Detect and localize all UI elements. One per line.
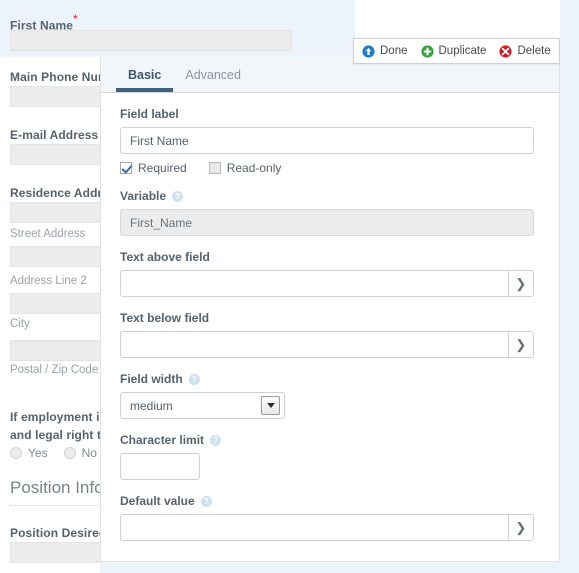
chevron-right-icon-default-value[interactable]: ❯ [507, 514, 534, 541]
label-default-value: Default value ? [120, 494, 534, 508]
label-variable: Variable ? [120, 189, 534, 203]
required-checkbox-label[interactable]: Required [138, 161, 187, 175]
panel-body-basic: Field label Required Read-only Variable … [101, 93, 559, 561]
delete-button[interactable]: Delete [499, 44, 551, 58]
chevron-right-icon-text-above[interactable]: ❯ [507, 270, 534, 297]
field-group-text-below: Text below field ❯ [120, 311, 534, 358]
field-settings-panel: Basic Advanced Field label Required Read… [100, 57, 560, 562]
x-circle-icon [499, 44, 513, 58]
label-text-above-field: Text above field [120, 250, 210, 264]
text-above-field-group: ❯ [120, 270, 534, 297]
radio-yes-icon[interactable] [10, 447, 22, 459]
bg-question-radio-group[interactable]: Yes No [10, 446, 107, 460]
bg-label-email: E-mail Address [10, 128, 99, 142]
character-limit-input[interactable] [120, 453, 200, 480]
form-builder-screen: First Name* Main Phone Number E-mail Add… [0, 0, 579, 573]
tab-basic[interactable]: Basic [116, 57, 174, 92]
bottom-page-background [100, 562, 579, 573]
done-button[interactable]: Done [362, 44, 408, 58]
default-value-group: ❯ [120, 514, 534, 541]
bg-sublabel-postal-code: Postal / Zip Code [10, 364, 99, 376]
delete-button-label: Delete [517, 45, 551, 57]
required-asterisk: * [73, 12, 78, 26]
field-group-variable: Variable ? [120, 189, 534, 236]
field-label-input[interactable] [120, 127, 534, 154]
text-below-field-group: ❯ [120, 331, 534, 358]
right-page-background [560, 0, 579, 573]
field-width-select[interactable]: medium [120, 392, 285, 419]
field-group-character-limit: Character limit ? [120, 433, 534, 480]
plus-circle-icon [420, 44, 434, 58]
help-icon-character-limit[interactable]: ? [210, 434, 222, 446]
help-icon-variable[interactable]: ? [172, 190, 184, 202]
duplicate-button[interactable]: Duplicate [420, 44, 487, 58]
required-checkbox[interactable] [120, 162, 132, 174]
readonly-checkbox-label[interactable]: Read-only [227, 161, 282, 175]
done-button-label: Done [380, 45, 408, 57]
chevron-right-icon-text-below[interactable]: ❯ [507, 331, 534, 358]
bg-sublabel-address-line-2: Address Line 2 [10, 275, 87, 287]
field-group-default-value: Default value ? ❯ [120, 494, 534, 541]
text-below-field-input[interactable] [120, 331, 508, 358]
help-icon-default-value[interactable]: ? [200, 495, 212, 507]
up-arrow-circle-icon [362, 44, 375, 58]
field-group-text-above: Text above field ❯ [120, 250, 534, 297]
chevron-down-icon-field-width[interactable] [261, 396, 280, 415]
readonly-checkbox[interactable] [208, 162, 221, 174]
default-value-input[interactable] [120, 514, 508, 541]
field-group-field-label: Field label Required Read-only [120, 107, 534, 175]
field-action-toolbar: Done Duplicate Delete [353, 38, 560, 64]
bg-sublabel-city: City [10, 318, 30, 330]
duplicate-button-label: Duplicate [438, 45, 487, 57]
radio-no-icon[interactable] [63, 447, 76, 459]
radio-label-no[interactable]: No [82, 446, 97, 460]
field-flags-row: Required Read-only [120, 161, 534, 175]
field-group-field-width: Field width ? medium [120, 372, 534, 419]
tab-advanced[interactable]: Advanced [173, 57, 253, 91]
radio-label-yes[interactable]: Yes [28, 446, 48, 460]
label-text-below-field: Text below field [120, 311, 210, 325]
label-field-label: Field label [120, 107, 179, 121]
bg-input-first-name[interactable] [10, 30, 292, 51]
field-width-selected-value: medium [130, 398, 173, 413]
label-character-limit: Character limit ? [120, 433, 534, 447]
text-above-field-input[interactable] [120, 270, 508, 297]
bg-label-position-desired: Position Desired [10, 526, 107, 540]
help-icon-field-width[interactable]: ? [188, 373, 200, 385]
bg-sublabel-street-address: Street Address [10, 228, 86, 240]
variable-input [120, 209, 534, 236]
label-field-width: Field width ? [120, 372, 534, 386]
